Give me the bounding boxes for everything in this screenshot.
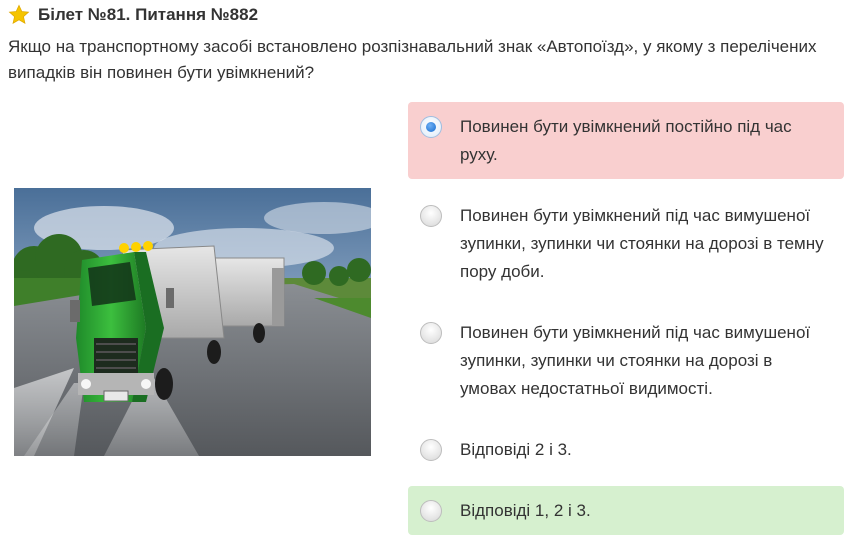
- answers-list: Повинен бути увімкнений постійно під час…: [408, 102, 844, 538]
- question-illustration: [14, 188, 371, 456]
- answer-text: Повинен бути увімкнений під час вимушено…: [460, 323, 811, 398]
- answer-text: Відповіді 2 і 3.: [460, 440, 572, 459]
- answer-option-2[interactable]: Повинен бути увімкнений під час вимушено…: [408, 191, 844, 296]
- answer-text: Повинен бути увімкнений постійно під час…: [460, 117, 792, 164]
- ticket-title: Білет №81. Питання №882: [38, 5, 259, 24]
- radio-button[interactable]: [420, 500, 442, 522]
- question-text: Якщо на транспортному засобі встановлено…: [8, 37, 817, 82]
- answer-text: Відповіді 1, 2 і 3.: [460, 501, 591, 520]
- answer-option-3[interactable]: Повинен бути увімкнений під час вимушено…: [408, 308, 844, 413]
- radio-button[interactable]: [420, 322, 442, 344]
- answer-option-5[interactable]: Відповіді 1, 2 і 3.: [408, 486, 844, 535]
- answer-text: Повинен бути увімкнений під час вимушено…: [460, 206, 824, 281]
- answer-option-1[interactable]: Повинен бути увімкнений постійно під час…: [408, 102, 844, 179]
- radio-button[interactable]: [420, 205, 442, 227]
- answer-option-4[interactable]: Відповіді 2 і 3.: [408, 425, 844, 474]
- radio-button-checked[interactable]: [420, 116, 442, 138]
- star-icon[interactable]: [8, 4, 30, 26]
- radio-button[interactable]: [420, 439, 442, 461]
- ticket-header: Білет №81. Питання №882: [8, 4, 258, 26]
